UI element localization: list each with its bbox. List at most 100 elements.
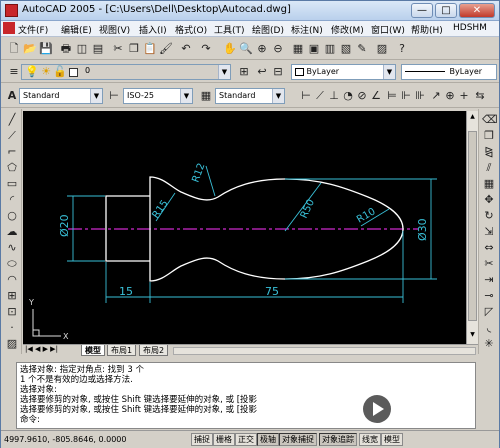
layer-combo-frame[interactable]: ▼ <box>21 64 231 80</box>
menu-modify[interactable]: 修改(M) <box>331 23 364 36</box>
tab-nav-arrows[interactable]: |◀ ◀ ▶ ▶| <box>25 345 58 353</box>
make-block-icon[interactable]: ⊡ <box>5 305 19 319</box>
status-lineweight[interactable]: 线宽 <box>359 433 381 446</box>
dim-style-dropdown-arrow[interactable]: ▼ <box>180 89 192 103</box>
drawing-canvas[interactable]: Ø20 Ø30 15 75 R15 R12 R50 R10 Y X <box>23 111 466 344</box>
trim-icon[interactable]: ✂ <box>482 257 496 271</box>
horizontal-scrollbar[interactable] <box>173 347 476 355</box>
menu-draw[interactable]: 绘图(D) <box>252 23 284 36</box>
menu-hdshm[interactable]: HDSHM <box>453 23 487 33</box>
paste-icon[interactable]: 📋 <box>143 42 157 56</box>
autocad-app-icon[interactable] <box>5 4 18 17</box>
layer-manager-icon[interactable]: ≡ <box>7 65 21 79</box>
polyline-icon[interactable]: ⌐ <box>5 145 19 159</box>
color-combo[interactable]: ByLayer ▼ <box>291 64 396 80</box>
hatch-icon[interactable]: ▨ <box>5 337 19 351</box>
baseline-dim-icon[interactable]: ⊩ <box>399 89 413 103</box>
radius-dim-icon[interactable]: ◔ <box>341 89 355 103</box>
text-style-combo[interactable]: Standard ▼ <box>19 88 103 104</box>
quick-dim-icon[interactable]: ⊨ <box>385 89 399 103</box>
menu-edit[interactable]: 编辑(E) <box>61 23 92 36</box>
chamfer-icon[interactable]: ◸ <box>482 305 496 319</box>
save-icon[interactable]: 💾 <box>39 42 53 56</box>
move-icon[interactable]: ✥ <box>482 193 496 207</box>
design-center-icon[interactable]: ▣ <box>307 42 321 56</box>
spline-icon[interactable]: ∿ <box>5 241 19 255</box>
ordinate-dim-icon[interactable]: ⊥ <box>327 89 341 103</box>
status-grid[interactable]: 栅格 <box>213 433 235 446</box>
linear-dim-icon[interactable]: ⊢ <box>299 89 313 103</box>
tab-model[interactable]: 模型 <box>81 345 105 356</box>
undo-icon[interactable]: ↶ <box>179 42 193 56</box>
status-model[interactable]: 模型 <box>381 433 403 446</box>
tool-palettes-icon[interactable]: ▥ <box>323 42 337 56</box>
status-osnap[interactable]: 对象捕捉 <box>279 433 317 446</box>
minimize-button[interactable]: — <box>411 3 433 18</box>
layer-previous-icon[interactable]: ↩ <box>255 65 269 79</box>
zoom-realtime-icon[interactable]: 🔍 <box>239 42 253 56</box>
menu-dimension[interactable]: 标注(N) <box>291 23 323 36</box>
publish-icon[interactable]: ▤ <box>91 42 105 56</box>
layer-states-icon[interactable]: ⊟ <box>271 65 285 79</box>
rectangle-icon[interactable]: ▭ <box>5 177 19 191</box>
scroll-thumb[interactable] <box>468 131 477 321</box>
plot-preview-icon[interactable]: ◫ <box>75 42 89 56</box>
aligned-dim-icon[interactable]: ⟋ <box>313 89 327 103</box>
status-polar[interactable]: 极轴 <box>257 433 279 446</box>
scroll-down-arrow[interactable]: ▼ <box>468 331 477 340</box>
open-file-icon[interactable]: 📂 <box>23 42 37 56</box>
menu-view[interactable]: 视图(V) <box>99 23 130 36</box>
menu-tools[interactable]: 工具(T) <box>214 23 245 36</box>
dim-edit-icon[interactable]: ⇆ <box>473 89 487 103</box>
erase-icon[interactable]: ⌫ <box>482 113 498 127</box>
offset-icon[interactable]: ⫽ <box>482 161 496 175</box>
tolerance-icon[interactable]: ⊕ <box>443 89 457 103</box>
dim-style-icon[interactable]: ⊢ <box>107 89 121 103</box>
menu-help[interactable]: 帮助(H) <box>411 23 443 36</box>
center-mark-icon[interactable]: + <box>457 89 471 103</box>
leader-icon[interactable]: ↗ <box>429 89 443 103</box>
sheet-set-icon[interactable]: ▧ <box>339 42 353 56</box>
continue-dim-icon[interactable]: ⊪ <box>413 89 427 103</box>
color-dropdown-arrow[interactable]: ▼ <box>383 65 395 79</box>
break-icon[interactable]: ⊸ <box>482 289 496 303</box>
extend-icon[interactable]: ⇥ <box>482 273 496 287</box>
calculator-icon[interactable]: ▨ <box>375 42 389 56</box>
match-properties-icon[interactable]: 🖌 <box>159 42 173 56</box>
explode-icon[interactable]: ✳ <box>482 337 496 351</box>
copy-object-icon[interactable]: ❐ <box>482 129 496 143</box>
status-snap[interactable]: 捕捉 <box>191 433 213 446</box>
point-icon[interactable]: · <box>5 321 19 335</box>
new-file-icon[interactable]: 🗋 <box>7 42 21 56</box>
close-button[interactable]: ✕ <box>459 3 495 18</box>
menu-file[interactable]: 文件(F) <box>18 23 48 36</box>
dim-style-combo[interactable]: ISO-25 ▼ <box>123 88 193 104</box>
table-style-icon[interactable]: ▦ <box>199 89 213 103</box>
status-otrack[interactable]: 对象追踪 <box>319 433 357 446</box>
arc-icon[interactable]: ◜ <box>5 193 19 207</box>
rotate-icon[interactable]: ↻ <box>482 209 496 223</box>
menu-format[interactable]: 格式(O) <box>175 23 207 36</box>
tab-layout1[interactable]: 布局1 <box>107 345 137 356</box>
circle-icon[interactable]: ○ <box>5 209 19 223</box>
scroll-up-arrow[interactable]: ▲ <box>468 113 477 122</box>
scale-icon[interactable]: ⇲ <box>482 225 496 239</box>
diameter-dim-icon[interactable]: ⊘ <box>355 89 369 103</box>
zoom-window-icon[interactable]: ⊕ <box>255 42 269 56</box>
help-icon[interactable]: ? <box>395 42 409 56</box>
copy-icon[interactable]: ❐ <box>127 42 141 56</box>
markup-icon[interactable]: ✎ <box>355 42 369 56</box>
print-icon[interactable]: 🖶 <box>59 42 73 56</box>
table-style-combo[interactable]: Standard ▼ <box>215 88 285 104</box>
cut-icon[interactable]: ✂ <box>111 42 125 56</box>
polygon-icon[interactable]: ⬠ <box>5 161 19 175</box>
text-style-icon[interactable]: A <box>5 89 19 103</box>
redo-icon[interactable]: ↷ <box>199 42 213 56</box>
layer-dropdown-arrow[interactable]: ▼ <box>218 65 230 79</box>
revision-cloud-icon[interactable]: ☁ <box>5 225 19 239</box>
vertical-scrollbar[interactable]: ▲ ▼ <box>466 111 478 344</box>
menu-window[interactable]: 窗口(W) <box>371 23 405 36</box>
document-icon[interactable] <box>3 22 15 34</box>
ellipse-arc-icon[interactable]: ◠ <box>5 273 19 287</box>
fillet-icon[interactable]: ◟ <box>482 321 496 335</box>
